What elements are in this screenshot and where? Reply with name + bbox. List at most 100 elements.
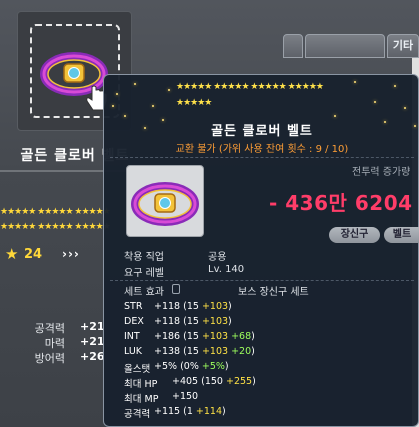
tooltip-title: 골든 클로버 벨트 xyxy=(211,124,313,139)
tab-other[interactable]: 기타 xyxy=(387,34,419,58)
stat-line-label: LUK xyxy=(124,346,143,357)
item-tooltip: ★★★★★ ★★★★★ ★★★★★ ★★★★★ ★★★★★ 골든 클로버 벨트 … xyxy=(103,74,419,427)
stat-line-value: +186 (15 +103 +68) xyxy=(154,331,255,342)
stat-line: 최대 MP +150 xyxy=(124,391,419,406)
required-job-label: 착용 직업 xyxy=(124,252,164,263)
set-effect-label: 세트 효과 xyxy=(124,287,164,298)
divider xyxy=(110,157,414,158)
stat-bonus-green: +20 xyxy=(228,346,252,357)
required-level-value: Lv. 140 xyxy=(208,264,245,275)
required-level-label: 요구 레벨 xyxy=(124,268,164,279)
stat-line-value: +138 (15 +103 +20) xyxy=(154,346,255,357)
sparkle xyxy=(374,101,376,103)
stat-total: +5% xyxy=(154,361,181,372)
stat-line: 최대 HP +405 (150 +255) xyxy=(124,376,419,391)
divider xyxy=(110,280,414,281)
star-force-summary: ★ 24 ››› xyxy=(0,245,120,267)
expand-arrows[interactable]: ››› xyxy=(62,247,80,261)
star-force-display: ★★★★★ ★★★★★ ★★★★★ ★★★★★ ★★★★★ ★★★★★ xyxy=(0,200,120,240)
stat-line: 올스탯 +5% (0% +5%) xyxy=(124,361,419,376)
star-count: 24 xyxy=(24,247,43,262)
stat-value: +21 xyxy=(80,335,105,348)
stat-base: (1 xyxy=(183,406,196,417)
stat-line: LUK +138 (15 +103 +20) xyxy=(124,346,419,361)
stat-label: 공격력 xyxy=(34,322,65,335)
stat-close: ) xyxy=(228,316,232,327)
stat-base: (15 xyxy=(183,316,202,327)
stat-label: 방어력 xyxy=(34,352,65,365)
sparkle xyxy=(404,107,406,109)
stat-total: +186 xyxy=(154,331,184,342)
star-row-1: ★★★★★ ★★★★★ ★★★★★ xyxy=(0,207,111,217)
stat-line-label: STR xyxy=(124,301,143,312)
stat-line-label: 올스탯 xyxy=(124,364,151,375)
golden-clover-belt-icon xyxy=(131,182,199,226)
stat-bonus-yellow: +114 xyxy=(195,406,222,417)
stat-base: (0% xyxy=(180,361,202,372)
sparkle xyxy=(394,85,396,87)
sparkle xyxy=(334,115,336,117)
stat-line-label: INT xyxy=(124,331,140,342)
stat-line-label: DEX xyxy=(124,316,144,327)
stat-bonus-green: +68 xyxy=(228,331,252,342)
stat-line-value: +150 xyxy=(172,391,198,402)
stat-row: 공격력 +21 xyxy=(0,320,110,335)
stat-bonus-yellow: +255 xyxy=(225,376,253,387)
stat-total: +118 xyxy=(154,316,184,327)
lock-icon xyxy=(172,284,180,294)
stat-close: ) xyxy=(224,361,229,372)
stat-total: +138 xyxy=(154,346,184,357)
stat-line-value: +115 (1 +114) xyxy=(154,406,226,417)
stat-line-label: 공격력 xyxy=(124,409,151,420)
category-tabs: 기타 xyxy=(283,34,419,58)
stat-base: (150 xyxy=(201,376,226,387)
stat-close: ) xyxy=(222,406,226,417)
stat-bonus-green: +5% xyxy=(201,361,225,372)
stat-line-value: +405 (150 +255) xyxy=(172,376,256,387)
tab-2[interactable] xyxy=(305,34,385,58)
stat-bonus-yellow: +103 xyxy=(201,331,229,342)
stat-base: (15 xyxy=(183,301,202,312)
stat-close: ) xyxy=(228,301,232,312)
combat-power-value: - 436만 6204 xyxy=(269,191,413,215)
tooltip-item-icon xyxy=(126,165,204,237)
stat-close: ) xyxy=(252,376,256,387)
stat-line-value: +118 (15 +103) xyxy=(154,316,232,327)
tooltip-star-row-2: ★★★★★ xyxy=(176,98,212,108)
stat-list: STR +118 (15 +103) DEX +118 (15 +103) INT +18… xyxy=(124,301,419,421)
summary-stats: 공격력 +21 마력 +21 방어력 +26 xyxy=(0,320,110,365)
stat-line: DEX +118 (15 +103) xyxy=(124,316,419,331)
stat-value: +26 xyxy=(80,350,105,363)
stat-bonus-yellow: +103 xyxy=(201,316,229,327)
required-job-value: 공용 xyxy=(208,252,227,263)
stat-line: STR +118 (15 +103) xyxy=(124,301,419,316)
belt-button[interactable]: 벨트 xyxy=(384,227,419,243)
stat-close: ) xyxy=(251,331,255,342)
star-icon: ★ xyxy=(5,245,19,263)
sparkle xyxy=(134,83,136,85)
stat-close: ) xyxy=(251,346,255,357)
tooltip-star-row-1: ★★★★★ ★★★★★ ★★★★★ ★★★★★ xyxy=(176,82,324,92)
stat-line: 공격력 +115 (1 +114) xyxy=(124,406,419,421)
stat-bonus-yellow: +103 xyxy=(201,346,229,357)
sparkle xyxy=(124,115,126,117)
stat-row: 마력 +21 xyxy=(0,335,110,350)
stat-base: (15 xyxy=(183,346,202,357)
sparkle xyxy=(112,105,114,107)
stat-value: +21 xyxy=(80,320,105,333)
stat-base: (15 xyxy=(183,331,202,342)
stat-label: 마력 xyxy=(44,337,65,350)
star-row-2: ★★★★★ ★★★★★ ★★★★★ xyxy=(0,222,111,232)
sparkle xyxy=(116,93,118,95)
stat-line-value: +118 (15 +103) xyxy=(154,301,232,312)
stat-total: +405 xyxy=(172,376,202,387)
tab-1[interactable] xyxy=(283,34,303,58)
stat-line: INT +186 (15 +103 +68) xyxy=(124,331,419,346)
stat-line-label: 최대 HP xyxy=(124,379,158,390)
combat-power-label: 전투력 증가량 xyxy=(352,167,411,178)
trade-info: 교환 불가 (가위 사용 잔여 횟수 : 9 / 10) xyxy=(175,144,349,155)
sparkle xyxy=(152,105,154,107)
sparkle xyxy=(354,81,356,83)
sparkle xyxy=(168,89,170,91)
accessory-button[interactable]: 장신구 xyxy=(329,227,380,243)
